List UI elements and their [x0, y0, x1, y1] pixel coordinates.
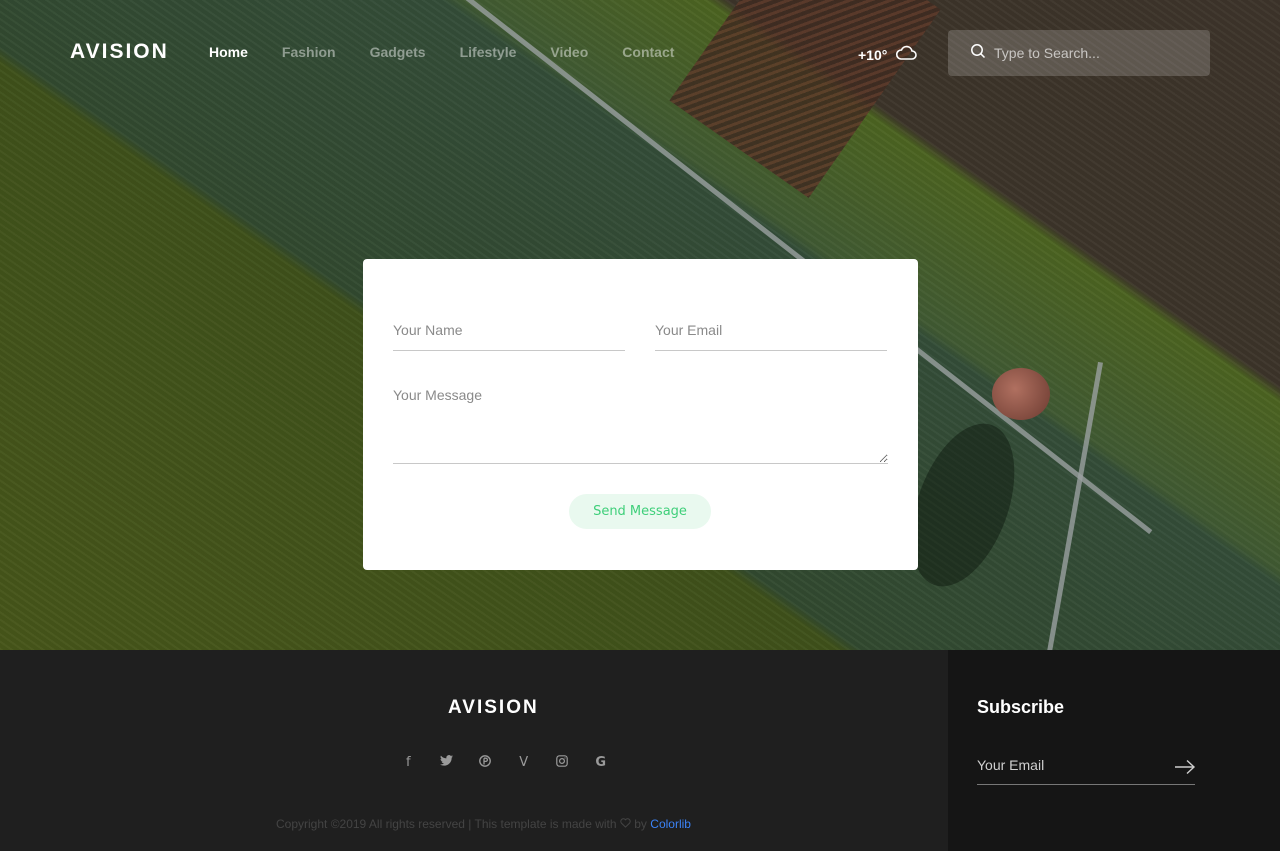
pinterest-icon[interactable]	[466, 755, 505, 771]
copyright: Copyright ©2019 All rights reserved | Th…	[276, 817, 691, 831]
heart-icon	[620, 817, 634, 831]
search-input[interactable]	[994, 45, 1194, 61]
main-nav: Home Fashion Gadgets Lifestyle Video Con…	[209, 44, 708, 60]
cloud-icon	[895, 45, 918, 65]
instagram-icon[interactable]	[543, 755, 582, 771]
social-links: f V G	[389, 755, 620, 771]
subscribe-title: Subscribe	[977, 697, 1065, 717]
arrow-right-icon[interactable]	[1174, 759, 1196, 779]
nav-home[interactable]: Home	[209, 44, 248, 60]
search-box[interactable]	[948, 30, 1210, 76]
send-message-button[interactable]: Send Message	[569, 494, 711, 529]
search-icon	[970, 43, 986, 63]
tree	[992, 368, 1050, 420]
subscribe-email-field[interactable]	[977, 754, 1195, 785]
copyright-by: by	[634, 817, 647, 831]
weather-widget: +10°	[858, 45, 918, 65]
nav-lifestyle[interactable]: Lifestyle	[460, 44, 517, 60]
nav-contact[interactable]: Contact	[622, 44, 674, 60]
nav-gadgets[interactable]: Gadgets	[370, 44, 426, 60]
site-logo[interactable]: AVISION	[70, 40, 169, 64]
road-curve	[1045, 361, 1104, 650]
plowed-field	[669, 0, 941, 198]
copyright-text: Copyright ©2019 All rights reserved | Th…	[276, 817, 617, 831]
email-field[interactable]	[655, 321, 887, 351]
google-icon[interactable]: G	[582, 755, 621, 771]
colorlib-link[interactable]: Colorlib	[650, 817, 691, 831]
contact-form-card: Send Message	[363, 259, 918, 570]
nav-video[interactable]: Video	[550, 44, 588, 60]
footer-subscribe-panel	[948, 650, 1280, 851]
nav-fashion[interactable]: Fashion	[282, 44, 336, 60]
footer-logo[interactable]: AVISION	[448, 697, 539, 719]
vimeo-icon[interactable]: V	[505, 755, 544, 771]
weather-temp: +10°	[858, 47, 888, 63]
name-field[interactable]	[393, 321, 625, 351]
twitter-icon[interactable]	[428, 755, 467, 771]
facebook-icon[interactable]: f	[389, 755, 428, 771]
message-field[interactable]	[393, 387, 888, 464]
